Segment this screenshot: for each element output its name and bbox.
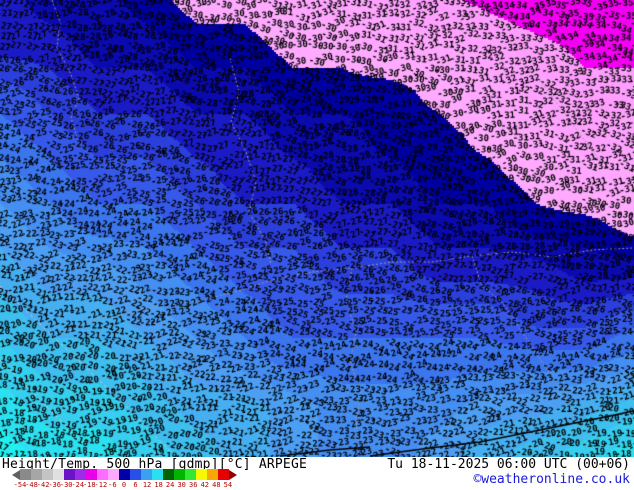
colorbar-tick: 30 bbox=[177, 481, 186, 489]
colorbar-segment bbox=[218, 469, 229, 480]
colorbar-tick: 54 bbox=[223, 481, 233, 489]
colorbar-segment bbox=[20, 469, 31, 480]
colorbar-left-arrow bbox=[12, 469, 20, 480]
colorbar-tick: -6 bbox=[108, 481, 117, 489]
colorbar-segment bbox=[207, 469, 218, 480]
colorbar-segment bbox=[86, 469, 97, 480]
colorbar-tick: 6 bbox=[133, 481, 138, 489]
colorbar-tick: 36 bbox=[189, 481, 198, 489]
colorbar-tick: 24 bbox=[165, 481, 175, 489]
colorbar-segment bbox=[141, 469, 152, 480]
colorbar-segment bbox=[196, 469, 207, 480]
colorbar-tick: 48 bbox=[212, 481, 221, 489]
map-footer: Height/Temp. 500 hPa [gdmp][°C] ARPEGE T… bbox=[0, 457, 634, 490]
colorbar-right-arrow bbox=[229, 469, 237, 480]
colorbar-tick: 0 bbox=[121, 481, 127, 489]
valid-time: Tu 18-11-2025 06:00 UTC (00+06) bbox=[387, 457, 630, 472]
colorbar-segment bbox=[42, 469, 53, 480]
colorbar-segment bbox=[185, 469, 196, 480]
weather-map-page: Height/Temp. 500 hPa [gdmp][°C] ARPEGE T… bbox=[0, 0, 634, 490]
colorbar-tick-labels: -54 -48 -42 -36 -30 -24 -18 -12 -6 0 6 12 18 24 30 36 42… bbox=[12, 481, 252, 490]
colorbar-tick: 42 bbox=[200, 481, 210, 489]
temperature-field-map bbox=[0, 0, 634, 457]
colorbar-segment bbox=[119, 469, 130, 480]
colorbar-segment bbox=[152, 469, 163, 480]
colorbar-segment bbox=[130, 469, 141, 480]
colorbar-tick: -12 bbox=[94, 481, 108, 489]
credit-link[interactable]: ©weatheronline.co.uk bbox=[473, 472, 630, 487]
colorbar-segment bbox=[163, 469, 174, 480]
temperature-colorbar bbox=[12, 469, 237, 480]
colorbar-segment bbox=[108, 469, 119, 480]
colorbar-segment bbox=[31, 469, 42, 480]
colorbar-segment bbox=[75, 469, 86, 480]
colorbar-segment bbox=[97, 469, 108, 480]
colorbar-tick: 18 bbox=[154, 481, 163, 489]
colorbar-segment bbox=[53, 469, 64, 480]
colorbar-tick: 12 bbox=[142, 481, 152, 489]
colorbar-segment bbox=[64, 469, 75, 480]
colorbar-segment bbox=[174, 469, 185, 480]
